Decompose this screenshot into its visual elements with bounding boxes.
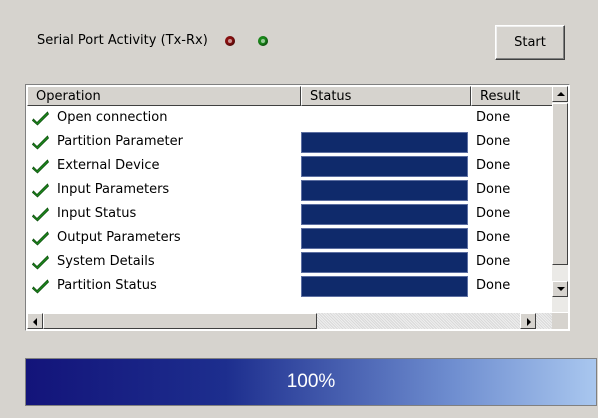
result-label: Done: [476, 182, 511, 197]
scroll-down-button[interactable]: [552, 281, 568, 297]
scrollbar-corner: [552, 313, 568, 329]
status-progress-bar: [301, 276, 468, 297]
column-header-operation[interactable]: Operation: [27, 86, 301, 106]
operation-label: Partition Parameter: [57, 134, 183, 149]
status-progress-bar: [301, 228, 468, 249]
list-item[interactable]: Open connection Done: [27, 106, 553, 130]
column-header-result[interactable]: Result: [471, 86, 554, 106]
status-progress-bar: [301, 252, 468, 273]
result-label: Done: [476, 110, 511, 125]
arrow-right-icon: [527, 318, 531, 326]
list-rows: Open connection Done Partition Parameter Do…: [27, 106, 553, 298]
result-label: Done: [476, 278, 511, 293]
horizontal-scrollbar[interactable]: [27, 313, 553, 329]
tx-indicator-led: [225, 36, 235, 46]
checkmark-icon: [31, 254, 49, 270]
list-item[interactable]: Input Status Done: [27, 202, 553, 226]
list-item[interactable]: External Device Done: [27, 154, 553, 178]
scroll-right-button[interactable]: [520, 313, 536, 329]
scroll-left-button[interactable]: [27, 313, 43, 329]
checkmark-icon: [31, 158, 49, 174]
result-label: Done: [476, 230, 511, 245]
operation-label: Output Parameters: [57, 230, 181, 245]
result-label: Done: [476, 254, 511, 269]
operation-label: Open connection: [57, 110, 168, 125]
checkmark-icon: [31, 278, 49, 294]
operations-list[interactable]: Operation Status Result Open connection D…: [25, 84, 570, 331]
vertical-scroll-thumb[interactable]: [552, 103, 568, 265]
progress-percent-label: 100%: [286, 371, 336, 392]
operation-label: Input Status: [57, 206, 137, 221]
vertical-scrollbar[interactable]: [552, 86, 568, 312]
arrow-down-icon: [557, 287, 565, 291]
rx-indicator-led: [258, 36, 268, 46]
serial-port-activity-label: Serial Port Activity (Tx-Rx): [37, 33, 208, 48]
horizontal-scroll-thumb[interactable]: [43, 313, 317, 329]
list-header: Operation Status Result: [27, 86, 568, 106]
progress-bar: 100%: [25, 358, 597, 406]
status-progress-bar: [301, 204, 468, 225]
arrow-left-icon: [33, 318, 37, 326]
arrow-up-icon: [557, 92, 565, 96]
result-label: Done: [476, 134, 511, 149]
operation-label: System Details: [57, 254, 155, 269]
list-item[interactable]: Partition Parameter Done: [27, 130, 553, 154]
checkmark-icon: [31, 182, 49, 198]
status-progress-bar: [301, 180, 468, 201]
operation-label: Input Parameters: [57, 182, 170, 197]
operation-label: Partition Status: [57, 278, 157, 293]
checkmark-icon: [31, 110, 49, 126]
status-progress-bar: [301, 156, 468, 177]
checkmark-icon: [31, 206, 49, 222]
list-item[interactable]: Input Parameters Done: [27, 178, 553, 202]
result-label: Done: [476, 158, 511, 173]
scroll-up-button[interactable]: [552, 86, 568, 102]
operation-label: External Device: [57, 158, 160, 173]
list-item[interactable]: Partition Status Done: [27, 274, 553, 298]
checkmark-icon: [31, 134, 49, 150]
list-item[interactable]: System Details Done: [27, 250, 553, 274]
start-button[interactable]: Start: [495, 25, 565, 60]
list-item[interactable]: Output Parameters Done: [27, 226, 553, 250]
checkmark-icon: [31, 230, 49, 246]
status-progress-bar: [301, 132, 468, 153]
column-header-status[interactable]: Status: [301, 86, 471, 106]
result-label: Done: [476, 206, 511, 221]
